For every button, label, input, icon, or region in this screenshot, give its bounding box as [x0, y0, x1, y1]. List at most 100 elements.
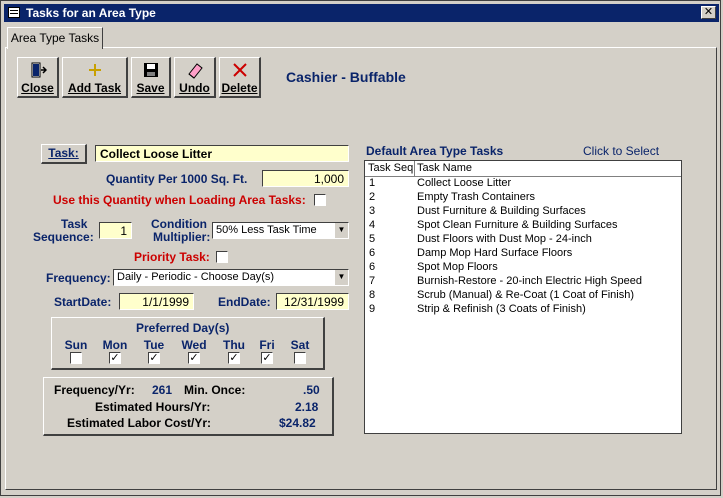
end-date-field[interactable]: 12/31/1999 — [276, 293, 349, 310]
end-date-label: EndDate: — [218, 295, 271, 309]
day-checkbox-fri[interactable]: ✓ — [261, 352, 273, 364]
list-item[interactable]: 5 Dust Floors with Dust Mop - 24-inch — [365, 233, 681, 247]
list-item[interactable]: 9 Strip & Refinish (3 Coats of Finish) — [365, 303, 681, 317]
task-sequence-field[interactable]: 1 — [99, 222, 132, 239]
start-date-label: StartDate: — [54, 295, 112, 309]
frequency-per-year-label: Frequency/Yr: — [54, 383, 135, 397]
title-bar: Tasks for an Area Type ✕ — [4, 4, 719, 22]
condition-multiplier-select[interactable]: 50% Less Task Time ▼ — [212, 222, 349, 239]
day-checkbox-tue[interactable]: ✓ — [148, 352, 160, 364]
day-checkbox-thu[interactable]: ✓ — [228, 352, 240, 364]
day-checkbox-mon[interactable]: ✓ — [109, 352, 121, 364]
delete-button-label: Delete — [221, 81, 258, 95]
task-button[interactable]: Task: — [41, 144, 87, 164]
condition-multiplier-label-1: Condition — [151, 217, 207, 231]
column-divider — [414, 161, 415, 176]
form-icon — [8, 7, 20, 18]
chevron-down-icon[interactable]: ▼ — [334, 223, 348, 238]
plus-icon — [63, 61, 126, 81]
list-item[interactable]: 7 Burnish-Restore - 20-inch Electric High… — [365, 275, 681, 289]
close-button[interactable]: Close — [17, 57, 59, 98]
task-sequence-label-2: Sequence: — [33, 230, 94, 244]
task-seq-cell: 2 — [369, 191, 376, 203]
frequency-per-year-value: 261 — [152, 383, 173, 397]
list-header: Task Seq Task Name — [365, 161, 681, 177]
task-name-cell: Dust Furniture & Building Surfaces — [417, 205, 586, 217]
task-name-cell: Collect Loose Litter — [417, 177, 512, 189]
day-label-sun: Sun — [64, 338, 88, 352]
day-label-thu: Thu — [223, 338, 245, 352]
task-name-cell: Damp Mop Hard Surface Floors — [417, 247, 573, 259]
list-item[interactable]: 2 Empty Trash Containers — [365, 191, 681, 205]
task-seq-cell: 6 — [369, 247, 376, 259]
list-item[interactable]: 3 Dust Furniture & Building Surfaces — [365, 205, 681, 219]
day-label-mon: Mon — [102, 338, 128, 352]
eraser-icon — [175, 61, 214, 81]
task-seq-cell: 5 — [369, 233, 376, 245]
min-once-label: Min. Once: — [184, 383, 246, 397]
preferred-days-title: Preferred Day(s) — [136, 321, 230, 335]
list-item[interactable]: 8 Scrub (Manual) & Re-Coat (1 Coat of Fin… — [365, 289, 681, 303]
frequency-value: Daily - Periodic - Choose Day(s) — [117, 271, 275, 283]
undo-button-label: Undo — [179, 81, 210, 95]
list-item[interactable]: 4 Spot Clean Furniture & Building Surface… — [365, 219, 681, 233]
chevron-down-icon[interactable]: ▼ — [334, 270, 348, 285]
day-checkbox-sat[interactable] — [294, 352, 306, 364]
list-item[interactable]: 6 Damp Mop Hard Surface Floors — [365, 247, 681, 261]
quantity-label: Quantity Per 1000 Sq. Ft. — [106, 172, 248, 186]
task-name-field[interactable]: Collect Loose Litter — [95, 145, 349, 162]
column-header-task-seq: Task Seq — [368, 162, 413, 174]
default-tasks-list[interactable]: Task Seq Task Name 1 Collect Loose Litter… — [364, 160, 682, 434]
save-button[interactable]: Save — [131, 57, 171, 98]
task-name-cell: Dust Floors with Dust Mop - 24-inch — [417, 233, 592, 245]
list-item[interactable]: 1 Collect Loose Litter — [365, 177, 681, 191]
condition-multiplier-label-2: Multiplier: — [153, 230, 211, 244]
list-rows: 1 Collect Loose Litter 2 Empty Trash Contai… — [365, 177, 681, 317]
frequency-select[interactable]: Daily - Periodic - Choose Day(s) ▼ — [113, 269, 349, 286]
task-name-cell: Strip & Refinish (3 Coats of Finish) — [417, 303, 586, 315]
add-task-button[interactable]: Add Task — [62, 57, 128, 98]
task-seq-cell: 1 — [369, 177, 376, 189]
area-type-name: Cashier - Buffable — [286, 69, 406, 85]
frequency-label: Frequency: — [46, 271, 111, 285]
estimated-hours-value: 2.18 — [295, 400, 319, 414]
task-seq-cell: 9 — [369, 303, 376, 315]
delete-button[interactable]: Delete — [219, 57, 261, 98]
floppy-disk-icon — [132, 61, 169, 81]
estimated-hours-label: Estimated Hours/Yr: — [95, 400, 211, 414]
day-checkbox-wed[interactable]: ✓ — [188, 352, 200, 364]
task-name-cell: Burnish-Restore - 20-inch Electric High … — [417, 275, 642, 287]
day-label-sat: Sat — [290, 338, 310, 352]
task-sequence-label-1: Task — [61, 217, 88, 231]
day-label-tue: Tue — [143, 338, 165, 352]
task-seq-cell: 8 — [369, 289, 376, 301]
estimated-cost-label: Estimated Labor Cost/Yr: — [67, 416, 212, 430]
tab-area-type-tasks[interactable]: Area Type Tasks — [7, 27, 103, 49]
task-seq-cell: 3 — [369, 205, 376, 217]
quantity-field[interactable]: 1,000 — [262, 170, 349, 187]
task-seq-cell: 7 — [369, 275, 376, 287]
min-once-value: .50 — [303, 383, 320, 397]
day-label-wed: Wed — [181, 338, 207, 352]
use-quantity-checkbox[interactable] — [314, 194, 326, 206]
undo-button[interactable]: Undo — [174, 57, 216, 98]
delete-x-icon — [220, 61, 259, 81]
task-name-cell: Scrub (Manual) & Re-Coat (1 Coat of Fini… — [417, 289, 635, 301]
start-date-field[interactable]: 1/1/1999 — [119, 293, 194, 310]
click-to-select-hint: Click to Select — [583, 144, 660, 158]
task-name-cell: Spot Mop Floors — [417, 261, 498, 273]
add-task-button-label: Add Task — [67, 81, 122, 95]
column-header-task-name: Task Name — [417, 162, 473, 174]
list-item[interactable]: 6 Spot Mop Floors — [365, 261, 681, 275]
close-button-label: Close — [21, 81, 54, 95]
task-name-cell: Spot Clean Furniture & Building Surfaces — [417, 219, 618, 231]
exit-door-icon — [18, 61, 57, 81]
window-close-button[interactable]: ✕ — [701, 6, 716, 19]
priority-task-label: Priority Task: — [134, 250, 210, 264]
day-checkbox-sun[interactable] — [70, 352, 82, 364]
priority-task-checkbox[interactable] — [216, 251, 228, 263]
day-label-fri: Fri — [259, 338, 275, 352]
window-title: Tasks for an Area Type — [26, 6, 156, 20]
task-seq-cell: 6 — [369, 261, 376, 273]
save-button-label: Save — [136, 81, 165, 95]
